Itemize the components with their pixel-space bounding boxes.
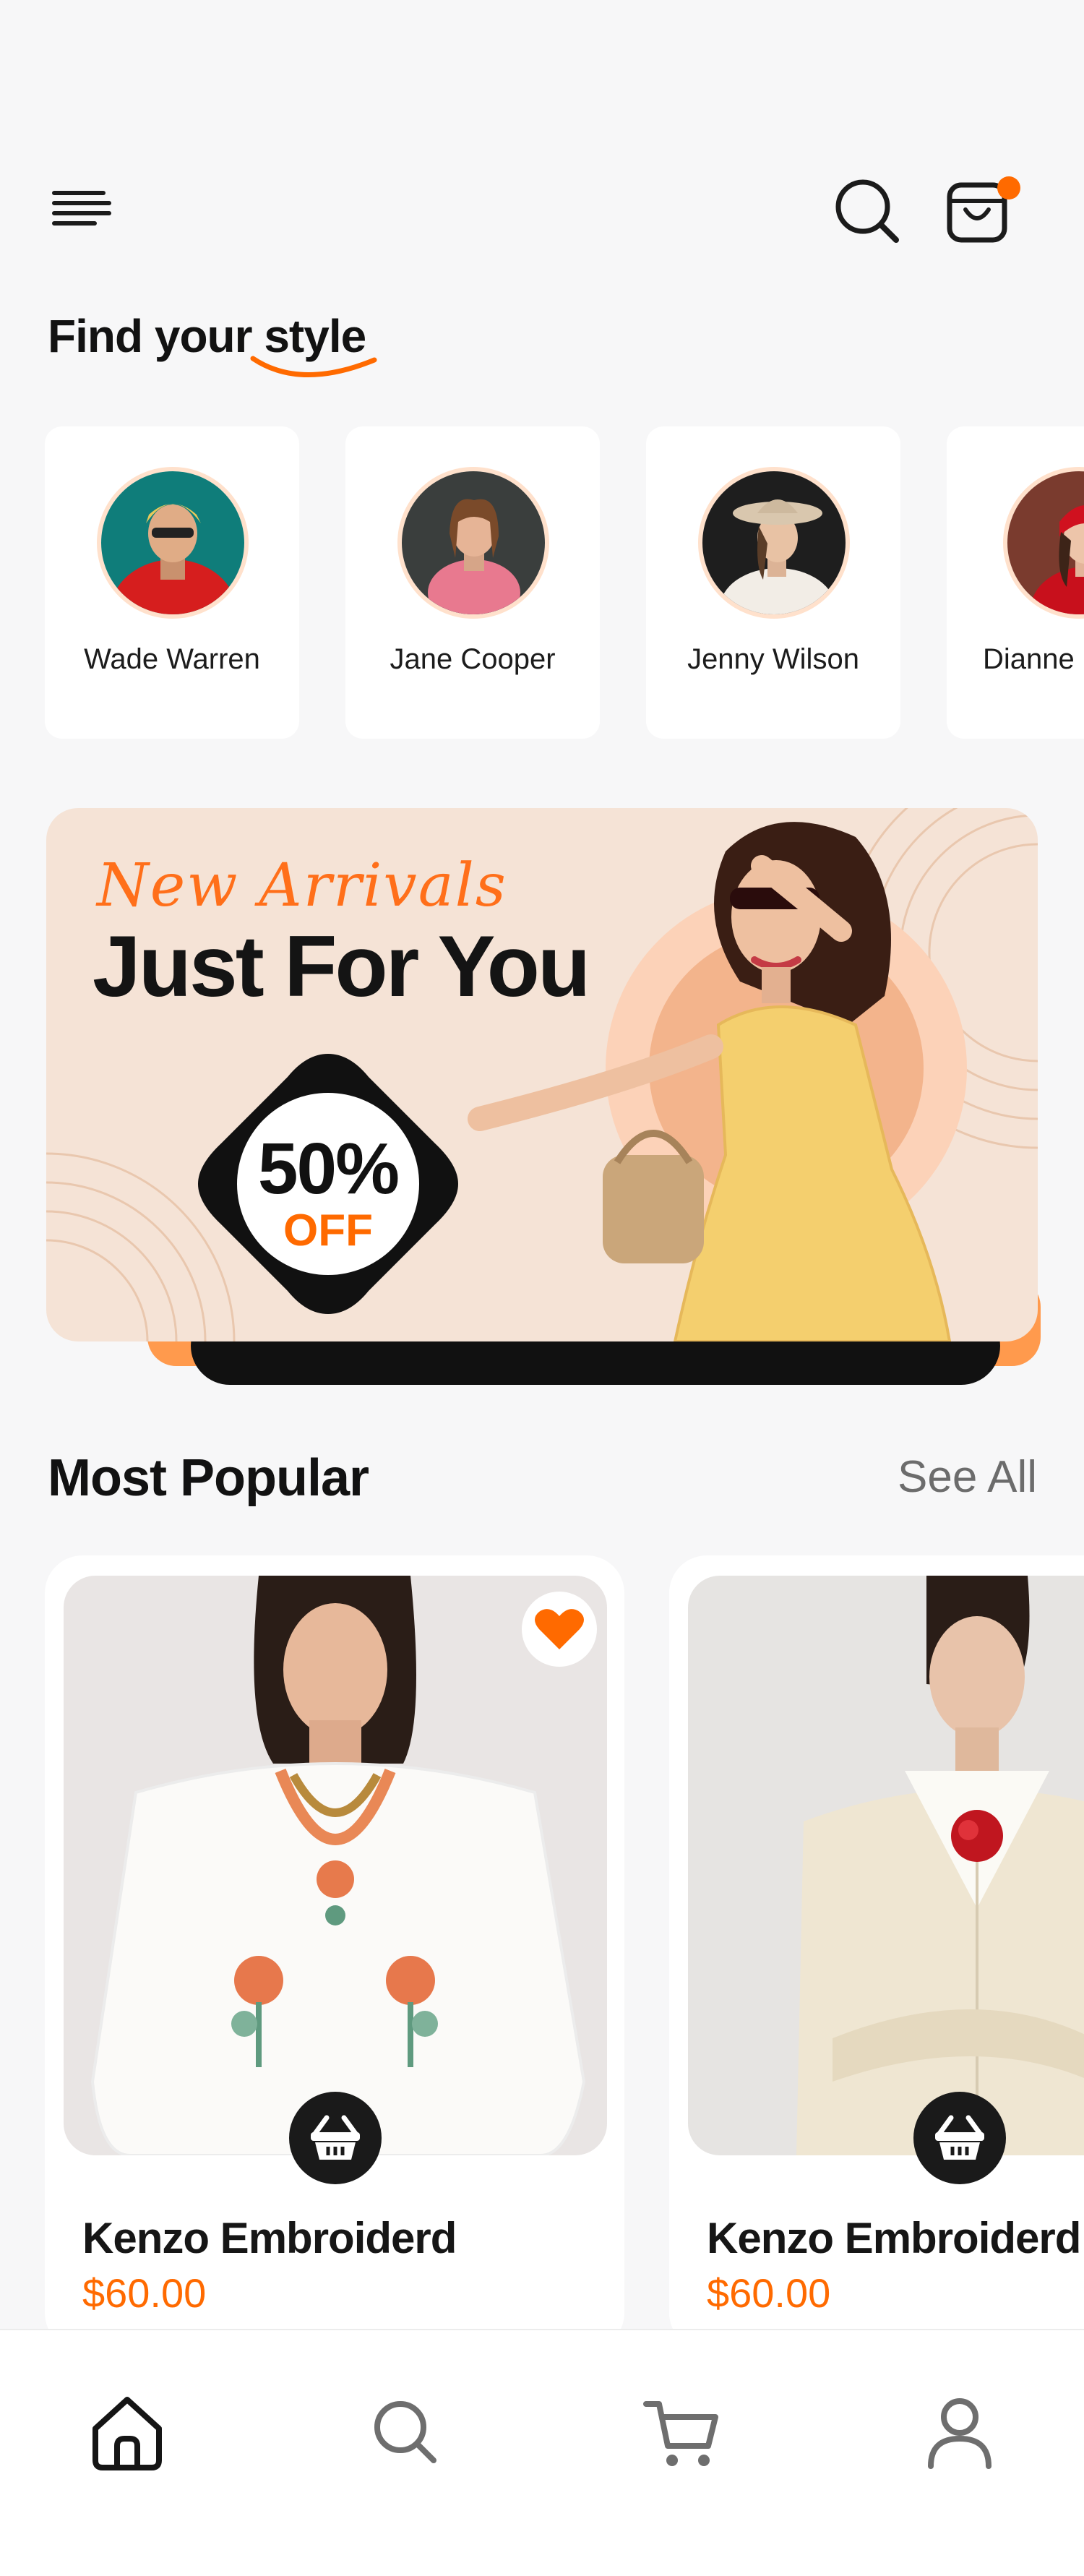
stylist-card[interactable]: Jenny Wilson xyxy=(646,426,900,739)
home-icon xyxy=(93,2397,162,2470)
menu-icon[interactable] xyxy=(48,188,117,231)
discount-badge: 50% OFF xyxy=(195,1051,461,1317)
product-price: $60.00 xyxy=(707,2270,831,2316)
search-icon[interactable] xyxy=(831,175,903,247)
discount-value: 50% xyxy=(257,1128,400,1209)
stylist-card[interactable]: Jane Cooper xyxy=(345,426,600,739)
avatar xyxy=(1003,467,1084,619)
shopping-bag-icon[interactable] xyxy=(944,169,1023,249)
title-underline-swoosh xyxy=(250,356,377,377)
nav-search[interactable] xyxy=(361,2388,448,2475)
top-bar xyxy=(0,159,1084,260)
profile-icon xyxy=(928,2398,991,2469)
product-card[interactable]: Kenzo Embroiderd $60.00 xyxy=(669,1555,1084,2336)
product-price: $60.00 xyxy=(82,2270,207,2316)
stylist-name: Jane Cooper xyxy=(390,643,556,675)
stylist-card[interactable]: Wade Warren xyxy=(45,426,299,739)
banner-script-text: New Arrivals xyxy=(97,851,507,920)
nav-cart[interactable] xyxy=(639,2388,726,2475)
bottom-navigation xyxy=(0,2329,1084,2576)
stylist-name: Dianne Russell xyxy=(983,643,1084,675)
basket-icon xyxy=(935,2115,984,2160)
cart-icon xyxy=(643,2401,718,2466)
avatar xyxy=(397,467,549,619)
discount-label: OFF xyxy=(283,1206,373,1255)
search-icon xyxy=(374,2401,436,2463)
favorite-button[interactable] xyxy=(522,1592,597,1667)
product-image xyxy=(688,1576,1084,2155)
nav-home[interactable] xyxy=(84,2388,171,2475)
product-name: Kenzo Embroiderd xyxy=(82,2214,457,2262)
stylists-carousel[interactable]: Wade Warren Jane Cooper Jenny Wilson Dia… xyxy=(45,426,1084,744)
stylist-name: Wade Warren xyxy=(84,643,260,675)
product-card[interactable]: Kenzo Embroiderd $60.00 xyxy=(45,1555,624,2336)
notification-dot xyxy=(997,176,1020,199)
stylist-card[interactable]: Dianne Russell xyxy=(947,426,1084,739)
add-to-basket-button[interactable] xyxy=(913,2092,1006,2184)
promo-banner[interactable]: New Arrivals Just For You 50% OFF xyxy=(46,808,1041,1385)
stylist-name: Jenny Wilson xyxy=(687,643,859,675)
nav-profile[interactable] xyxy=(916,2388,1003,2475)
banner-headline: Just For You xyxy=(93,918,590,1015)
add-to-basket-button[interactable] xyxy=(289,2092,382,2184)
product-name: Kenzo Embroiderd xyxy=(707,2214,1081,2262)
section-title-most-popular: Most Popular xyxy=(48,1449,369,1507)
avatar xyxy=(698,467,850,619)
basket-icon xyxy=(311,2115,360,2160)
see-all-link[interactable]: See All xyxy=(898,1451,1037,1503)
avatar xyxy=(97,467,249,619)
products-carousel[interactable]: Kenzo Embroiderd $60.00 Kenzo Embroiderd… xyxy=(45,1555,1084,2336)
heart-icon xyxy=(535,1609,584,1649)
banner-card[interactable]: New Arrivals Just For You 50% OFF xyxy=(46,808,1038,1341)
